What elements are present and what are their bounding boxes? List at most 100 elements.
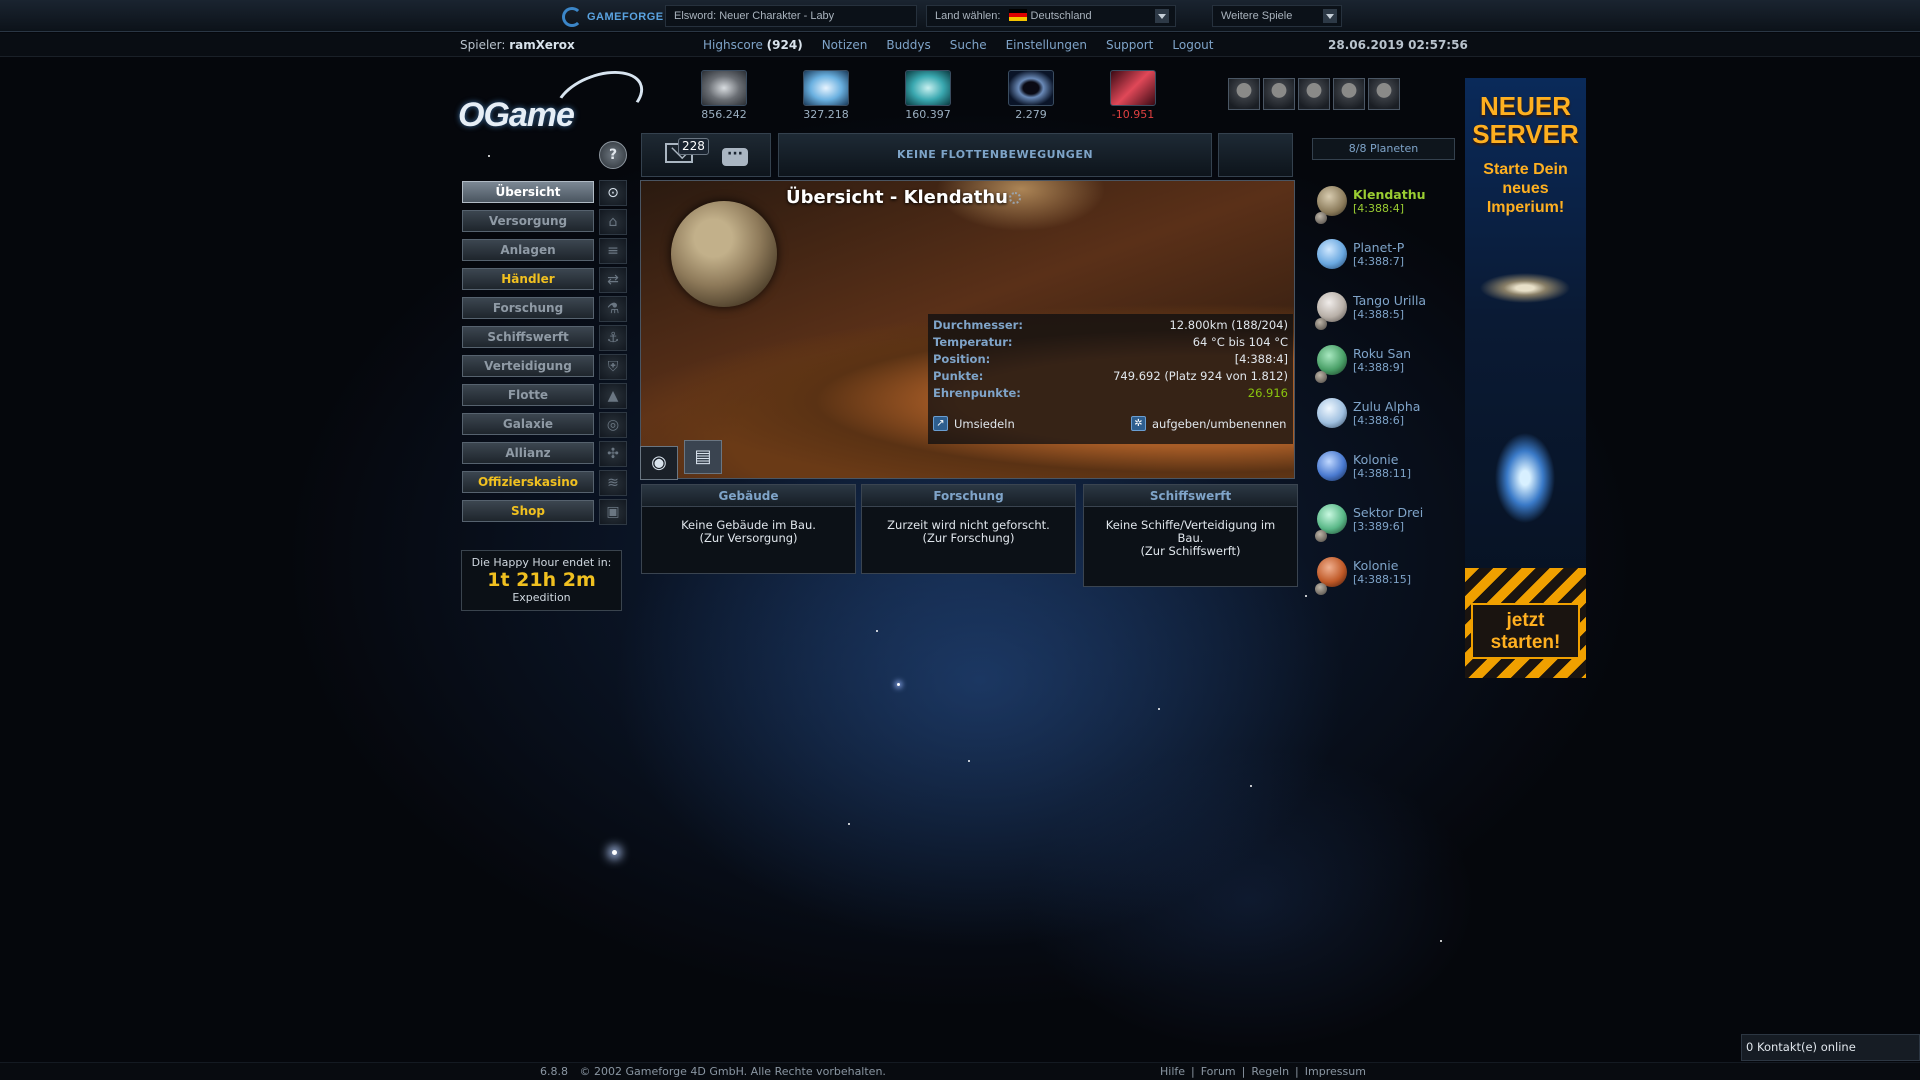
alliance-icon[interactable]: ✣ xyxy=(599,441,627,467)
overview-icon[interactable]: ⊙ xyxy=(599,180,627,206)
imprint-link[interactable]: Impressum xyxy=(1305,1065,1366,1078)
resource-crystal-value: 327.218 xyxy=(803,108,849,121)
menu-button-overview[interactable]: Übersicht xyxy=(462,181,594,203)
menu-button-facilities[interactable]: Anlagen xyxy=(462,239,594,261)
logo-text: OGame xyxy=(458,96,575,134)
contacts-online-bar[interactable]: 0 Kontakt(e) online xyxy=(1741,1034,1920,1061)
new-server-ad-banner[interactable]: NEUER SERVER Starte Dein neues Imperium!… xyxy=(1465,78,1586,678)
chevron-down-icon[interactable] xyxy=(1155,9,1169,23)
planet-item[interactable]: Sektor Drei [3:389:6] xyxy=(1315,501,1455,551)
planet-item[interactable]: Tango Urilla [4:388:5] xyxy=(1315,289,1455,339)
resource-dark-matter[interactable]: 2.279 xyxy=(1004,70,1058,121)
planet-name: Planet-P xyxy=(1353,240,1405,255)
planet-item[interactable]: Klendathu [4:388:4] xyxy=(1315,183,1455,233)
officer-technocrat-icon[interactable] xyxy=(1368,78,1400,110)
production-shipyard-text: Keine Schiffe/Verteidigung im Bau. xyxy=(1105,518,1276,545)
abandon-rename-button[interactable]: ✲ aufgeben/umbenennen xyxy=(1131,416,1286,431)
shipyard-icon[interactable]: ⚓ xyxy=(599,325,627,351)
gameforge-logo[interactable]: GAMEFORGE xyxy=(562,7,664,27)
menu-item-facilities: Anlagen ≡ xyxy=(462,238,630,267)
moon-icon[interactable] xyxy=(1315,318,1327,330)
menu-button-officers-casino[interactable]: Offizierskasino xyxy=(462,471,594,493)
officer-admiral-icon[interactable] xyxy=(1263,78,1295,110)
logout-link[interactable]: Logout xyxy=(1172,38,1213,52)
gameforge-news-ticker[interactable]: Elsword: Neuer Charakter - Laby xyxy=(665,5,917,27)
fleet-movement-status[interactable]: KEINE FLOTTENBEWEGUNGEN xyxy=(778,133,1212,177)
shop-icon[interactable]: ▣ xyxy=(599,499,627,525)
rules-link[interactable]: Regeln xyxy=(1251,1065,1289,1078)
ogame-logo[interactable]: OGame xyxy=(458,59,652,142)
ad-beam-image xyxy=(1485,358,1565,558)
planet-settings-gear-icon[interactable] xyxy=(1009,192,1021,204)
rewards-icon[interactable]: ≋ xyxy=(599,470,627,496)
planet-coords: [4:388:4] xyxy=(1353,202,1404,215)
resource-metal[interactable]: 856.242 xyxy=(697,70,751,121)
version-label[interactable]: 6.8.8 xyxy=(540,1065,568,1078)
planet-item[interactable]: Kolonie [4:388:11] xyxy=(1315,448,1455,498)
info-value[interactable]: [4:388:4] xyxy=(1235,352,1288,366)
notes-link[interactable]: Notizen xyxy=(822,38,868,52)
support-link[interactable]: Support xyxy=(1106,38,1153,52)
player-name[interactable]: ramXerox xyxy=(509,38,575,52)
server-clock: 28.06.2019 02:57:56 xyxy=(1328,38,1468,52)
highscore-link[interactable]: Highscore (924) xyxy=(703,38,803,52)
menu-button-shop[interactable]: Shop xyxy=(462,500,594,522)
info-label: Position: xyxy=(933,352,991,366)
menu-button-shipyard[interactable]: Schiffswerft xyxy=(462,326,594,348)
moon-icon[interactable] xyxy=(1315,583,1327,595)
officers-bar xyxy=(1228,78,1400,110)
buddies-link[interactable]: Buddys xyxy=(886,38,930,52)
happy-hour-box[interactable]: Die Happy Hour endet in: 1t 21h 2m Exped… xyxy=(461,550,622,611)
chat-icon[interactable]: ··· xyxy=(722,147,748,166)
info-value[interactable]: 749.692 (Platz 924 von 1.812) xyxy=(1113,369,1288,383)
help-link[interactable]: Hilfe xyxy=(1160,1065,1185,1078)
settings-link[interactable]: Einstellungen xyxy=(1006,38,1087,52)
officer-engineer-icon[interactable] xyxy=(1298,78,1330,110)
energy-icon xyxy=(1110,70,1156,106)
chevron-down-icon[interactable] xyxy=(1323,9,1337,23)
menu-button-alliance[interactable]: Allianz xyxy=(462,442,594,464)
planet-name: Zulu Alpha xyxy=(1353,399,1421,414)
planet-item[interactable]: Planet-P [4:388:7] xyxy=(1315,236,1455,286)
moon-icon[interactable] xyxy=(1315,371,1327,383)
help-button[interactable]: ? xyxy=(599,141,627,169)
country-selector[interactable]: Land wählen: Deutschland xyxy=(926,5,1176,27)
officer-commander-icon[interactable] xyxy=(1228,78,1260,110)
menu-button-fleet[interactable]: Flotte xyxy=(462,384,594,406)
officer-geologist-icon[interactable] xyxy=(1333,78,1365,110)
resources-settings-icon[interactable]: ⌂ xyxy=(599,209,627,235)
merchant-icon[interactable]: ⇄ xyxy=(599,267,627,293)
production-shipyard-body: Keine Schiffe/Verteidigung im Bau. (Zur … xyxy=(1084,507,1297,586)
planet-item[interactable]: Kolonie [4:388:15] xyxy=(1315,554,1455,604)
resource-crystal[interactable]: 327.218 xyxy=(799,70,853,121)
galaxy-icon[interactable]: ◎ xyxy=(599,412,627,438)
fleet-icon[interactable]: ▲ xyxy=(599,383,627,409)
moon-icon[interactable] xyxy=(1315,212,1327,224)
planet-item[interactable]: Roku San [4:388:9] xyxy=(1315,342,1455,392)
more-games-dropdown[interactable]: Weitere Spiele xyxy=(1212,5,1342,27)
moon-icon[interactable] xyxy=(1315,530,1327,542)
resource-deuterium[interactable]: 160.397 xyxy=(901,70,955,121)
planet-coords: [4:388:15] xyxy=(1353,573,1411,586)
forum-link[interactable]: Forum xyxy=(1201,1065,1236,1078)
resource-energy[interactable]: -10.951 xyxy=(1106,70,1160,121)
research-icon[interactable]: ⚗ xyxy=(599,296,627,322)
more-games-label: Weitere Spiele xyxy=(1221,10,1293,22)
production-shipyard-link[interactable]: (Zur Schiffswerft) xyxy=(1104,545,1277,558)
production-buildings-link[interactable]: (Zur Versorgung) xyxy=(650,532,847,545)
ad-start-button[interactable]: jetzt starten! xyxy=(1471,603,1580,659)
search-link[interactable]: Suche xyxy=(950,38,987,52)
production-research-link[interactable]: (Zur Forschung) xyxy=(870,532,1067,545)
menu-button-galaxy[interactable]: Galaxie xyxy=(462,413,594,435)
facilities-icon[interactable]: ≡ xyxy=(599,238,627,264)
tab-planet-overview[interactable]: ◉ xyxy=(640,446,678,480)
planet-item[interactable]: Zulu Alpha [4:388:6] xyxy=(1315,395,1455,445)
menu-button-resources[interactable]: Versorgung xyxy=(462,210,594,232)
defense-icon[interactable]: ⛨ xyxy=(599,354,627,380)
relocate-button[interactable]: ↗ Umsiedeln xyxy=(933,416,1015,431)
menu-button-merchant[interactable]: Händler xyxy=(462,268,594,290)
star xyxy=(1250,785,1252,787)
menu-button-defense[interactable]: Verteidigung xyxy=(462,355,594,377)
menu-button-research[interactable]: Forschung xyxy=(462,297,594,319)
tab-planet-notes[interactable]: ▤ xyxy=(684,440,722,474)
